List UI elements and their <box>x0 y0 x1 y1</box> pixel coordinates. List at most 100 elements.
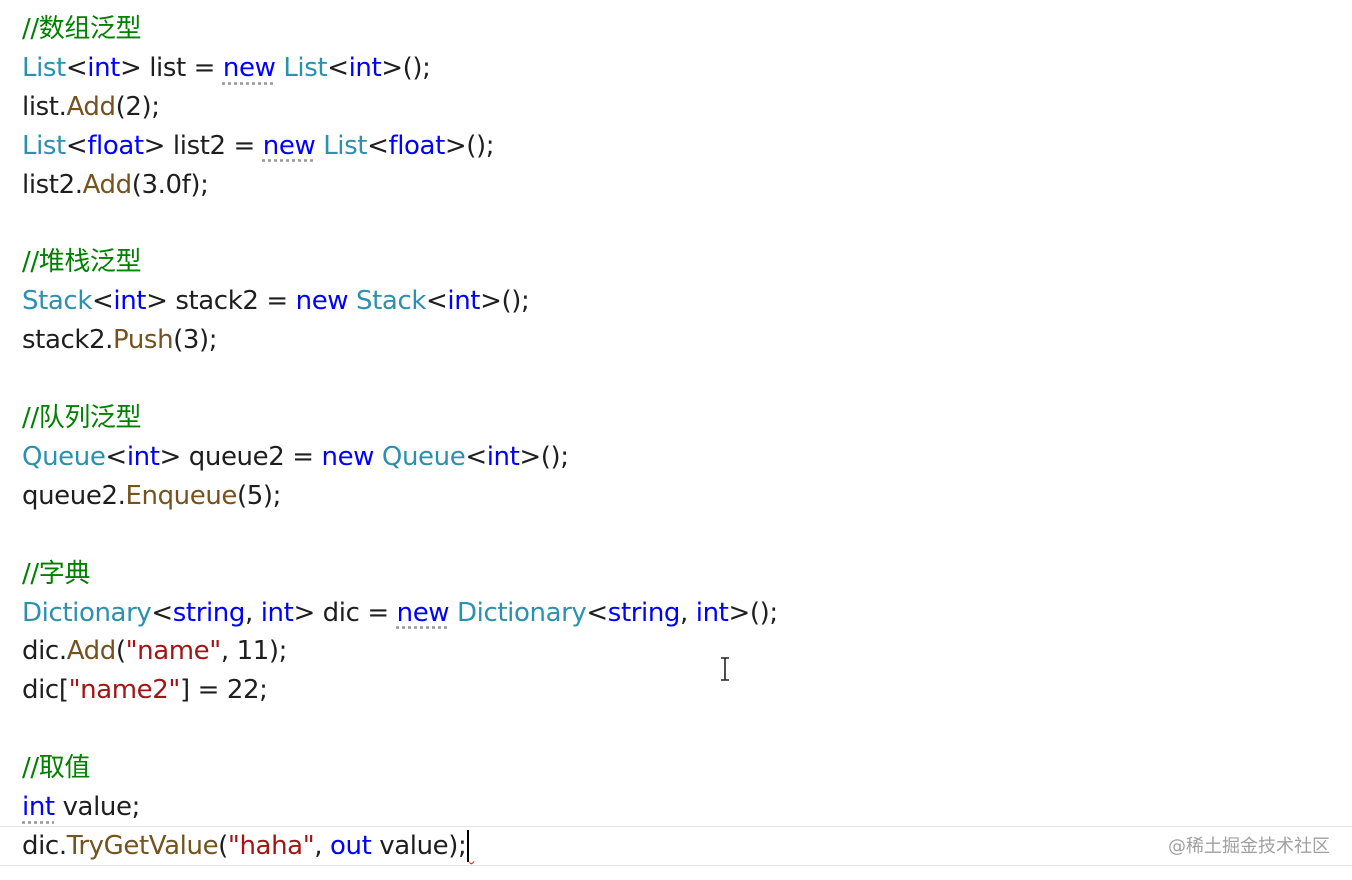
code-line[interactable]: list.Add(2); <box>22 88 160 126</box>
code-token-type: Queue <box>381 441 466 472</box>
code-token-plain: dic. <box>22 636 67 667</box>
code-token-type: Stack <box>22 286 92 317</box>
code-line[interactable]: //字典 <box>22 555 90 593</box>
code-line-current[interactable]: dic.TryGetValue("haha", out value); <box>22 827 474 865</box>
code-token-string: "name" <box>125 636 222 667</box>
code-token-plain: < <box>367 130 389 161</box>
code-token-plain: dic. <box>22 830 67 861</box>
code-token-plain: > dic = <box>293 597 397 628</box>
code-line[interactable]: dic.Add("name", 11); <box>22 632 287 670</box>
code-token-method: Add <box>82 169 133 200</box>
code-token-plain: < <box>586 597 608 628</box>
code-token-type: Stack <box>356 286 427 317</box>
code-token-plain: , <box>680 597 696 628</box>
code-line[interactable]: dic["name2"] = 22; <box>22 671 268 709</box>
code-token-plain: < <box>65 52 88 83</box>
code-token-string: "haha" <box>227 830 315 861</box>
code-token-keyword: out <box>330 830 372 861</box>
code-line[interactable]: stack2.Push(3); <box>22 321 218 359</box>
code-token-plain: queue2. <box>22 480 126 511</box>
code-token-type: List <box>283 52 328 83</box>
code-token-keyword: new <box>262 130 316 161</box>
code-token-plain: >(); <box>381 52 431 83</box>
code-token-keyword: new <box>396 597 450 628</box>
code-token-keyword: string <box>607 597 681 628</box>
code-token-keyword: float <box>388 130 445 161</box>
code-token-plain: ] = 22; <box>179 675 268 706</box>
code-token-plain: < <box>65 130 88 161</box>
code-token-keyword: int <box>87 52 120 83</box>
code-token-plain: , <box>314 830 330 861</box>
code-line[interactable]: List<int> list = new List<int>(); <box>22 49 431 87</box>
code-token-plain: >(); <box>519 441 569 472</box>
code-token-keyword: int <box>695 597 729 628</box>
code-token-keyword: new <box>222 52 276 83</box>
code-token-plain: value; <box>54 792 141 822</box>
code-token-comment: //堆栈泛型 <box>22 247 142 278</box>
code-token-method: Add <box>66 636 117 667</box>
code-token-method: TryGetValue <box>66 830 219 861</box>
code-line[interactable]: List<float> list2 = new List<float>(); <box>22 127 495 165</box>
code-token-method: Enqueue <box>125 480 238 511</box>
code-token-keyword: int <box>260 597 294 628</box>
code-line[interactable]: int value; <box>22 788 140 826</box>
code-token-comment: //取值 <box>22 753 90 784</box>
code-token-type: List <box>22 52 66 83</box>
code-token-plain: >(); <box>480 286 530 317</box>
code-line[interactable]: //堆栈泛型 <box>22 243 142 281</box>
code-token-plain: value); <box>371 830 467 861</box>
code-token-keyword: float <box>87 130 144 161</box>
code-token-plain: > stack2 = <box>146 286 296 317</box>
code-token-plain: < <box>465 441 487 472</box>
code-line[interactable]: queue2.Enqueue(5); <box>22 477 281 515</box>
error-squiggle <box>469 831 474 861</box>
code-token-type: List <box>323 130 368 161</box>
code-token-comment: //字典 <box>22 558 90 589</box>
code-token-plain: > list2 = <box>143 130 263 161</box>
code-token-type: Dictionary <box>22 597 152 628</box>
code-token-type: Dictionary <box>457 597 587 628</box>
code-token-plain: list. <box>22 91 67 122</box>
code-token-keyword: new <box>295 286 349 317</box>
code-line[interactable]: Queue<int> queue2 = new Queue<int>(); <box>22 438 569 476</box>
code-token-keyword: new <box>321 441 375 472</box>
code-line[interactable]: list2.Add(3.0f); <box>22 166 209 204</box>
code-token-plain: < <box>105 441 127 472</box>
code-token-plain: < <box>327 52 349 83</box>
code-token-plain: > queue2 = <box>159 441 322 472</box>
code-token-plain: > list = <box>119 52 223 83</box>
code-token-plain: list2. <box>22 169 83 200</box>
code-token-plain: stack2. <box>22 325 114 356</box>
code-token-plain: < <box>91 286 114 317</box>
code-token-keyword: string <box>172 597 246 628</box>
code-token-comment: //数组泛型 <box>22 14 142 44</box>
code-token-string: "name2" <box>68 675 181 706</box>
code-token-plain: ( <box>218 830 228 861</box>
code-token-keyword: int <box>348 52 382 83</box>
code-token-plain: , <box>245 597 261 628</box>
code-line[interactable]: Dictionary<string, int> dic = new Dictio… <box>22 594 778 632</box>
code-token-plain: (5); <box>237 480 282 511</box>
code-token-plain: >(); <box>728 597 778 628</box>
code-line[interactable]: //队列泛型 <box>22 399 142 437</box>
watermark: @稀土掘金技术社区 <box>1168 836 1330 857</box>
text-cursor-ibeam-icon <box>721 657 729 681</box>
code-line[interactable]: //取值 <box>22 749 90 787</box>
code-token-plain: < <box>426 286 448 317</box>
code-token-keyword: int <box>447 286 481 317</box>
code-token-type: List <box>22 130 66 161</box>
code-token-plain: dic[ <box>22 675 69 706</box>
code-token-method: Push <box>113 325 174 356</box>
code-editor[interactable]: //数组泛型 List<int> list = new List<int>(); l… <box>0 0 1352 880</box>
code-line[interactable]: Stack<int> stack2 = new Stack<int>(); <box>22 282 530 320</box>
code-token-plain: (3.0f); <box>131 169 209 200</box>
code-token-plain: < <box>151 597 173 628</box>
code-token-plain: ( <box>115 636 126 667</box>
code-token-method: Add <box>66 91 116 122</box>
code-token-plain: (3); <box>173 325 218 356</box>
code-line[interactable]: //数组泛型 <box>22 10 142 48</box>
code-token-comment: //队列泛型 <box>22 403 142 433</box>
